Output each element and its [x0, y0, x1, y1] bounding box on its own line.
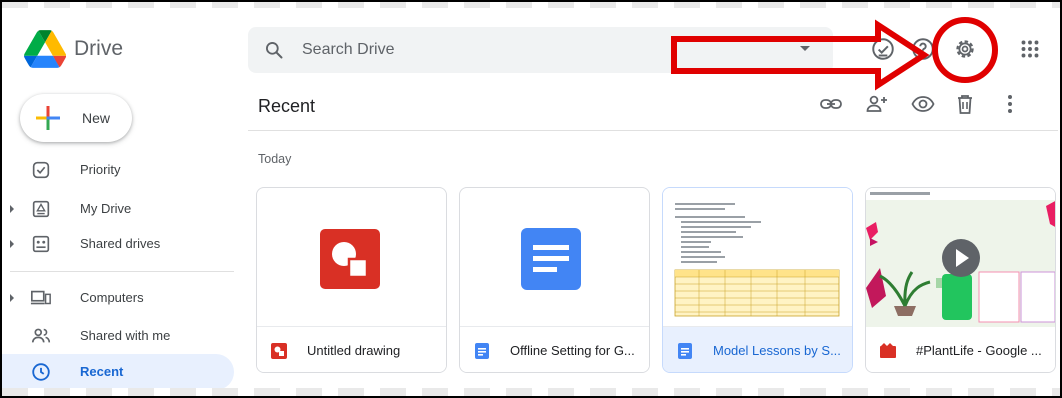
- link-icon[interactable]: [819, 92, 843, 116]
- shared-with-me-icon: [31, 328, 51, 343]
- sidebar-item-my-drive[interactable]: My Drive: [2, 191, 234, 227]
- file-name: Untitled drawing: [307, 343, 401, 358]
- drawing-icon: [320, 229, 380, 289]
- new-button[interactable]: New: [20, 94, 132, 142]
- file-card[interactable]: Offline Setting for G...: [459, 187, 650, 373]
- sidebar-item-computers[interactable]: Computers: [2, 280, 234, 316]
- recent-clock-icon: [32, 363, 50, 381]
- sidebar-item-recent[interactable]: Recent: [2, 354, 234, 390]
- file-name: #PlantLife - Google ...: [916, 343, 1042, 358]
- sidebar-item-label: Shared drives: [80, 236, 161, 251]
- sidebar-item-label: My Drive: [80, 201, 132, 216]
- video-preview: [866, 188, 1055, 327]
- share-add-person-icon[interactable]: [865, 92, 889, 116]
- my-drive-icon: [32, 200, 50, 218]
- new-button-label: New: [82, 110, 111, 126]
- document-preview: [674, 203, 840, 317]
- app-name: Drive: [74, 37, 124, 60]
- settings-gear-icon[interactable]: [952, 36, 978, 62]
- file-card-footer: Untitled drawing: [257, 327, 446, 372]
- bottom-border-strip: [2, 388, 1060, 396]
- document-type-icon: [678, 343, 692, 359]
- file-card-footer: Model Lessons by S...: [663, 327, 852, 372]
- file-name: Offline Setting for G...: [510, 343, 635, 358]
- file-thumbnail: [257, 188, 446, 327]
- apps-grid-icon[interactable]: [1017, 36, 1043, 62]
- priority-icon: [32, 161, 50, 179]
- video-type-icon: [880, 343, 896, 358]
- shared-drives-icon: [32, 235, 50, 253]
- sidebar-item-shared-drives[interactable]: Shared drives: [2, 226, 234, 262]
- sidebar-divider: [10, 271, 234, 272]
- document-icon: [521, 228, 581, 290]
- drive-logo-icon: [24, 30, 66, 68]
- expand-arrow-icon[interactable]: [10, 240, 14, 248]
- search-options-icon[interactable]: [800, 46, 810, 51]
- file-thumbnail: [663, 188, 852, 327]
- file-card-footer: Offline Setting for G...: [460, 327, 649, 372]
- header-divider: [248, 130, 1058, 131]
- section-heading-today: Today: [258, 152, 292, 166]
- drive-window: Drive Search Drive New Priority My Drive…: [0, 0, 1062, 398]
- file-card-footer: #PlantLife - Google ...: [866, 327, 1055, 372]
- file-thumbnail: [866, 188, 1055, 327]
- computers-icon: [30, 290, 51, 305]
- trash-icon[interactable]: [953, 92, 977, 116]
- expand-arrow-icon[interactable]: [10, 205, 14, 213]
- drawing-type-icon: [271, 343, 287, 359]
- sidebar-item-shared-with-me[interactable]: Shared with me: [2, 318, 234, 354]
- file-thumbnail: [460, 188, 649, 327]
- search-bar[interactable]: [248, 27, 833, 73]
- sidebar-item-label: Recent: [80, 364, 124, 379]
- sidebar-item-priority[interactable]: Priority: [2, 152, 234, 188]
- offline-ready-icon[interactable]: [870, 36, 896, 62]
- file-card-selected[interactable]: Model Lessons by S...: [662, 187, 853, 373]
- file-card[interactable]: #PlantLife - Google ...: [865, 187, 1056, 373]
- preview-eye-icon[interactable]: [911, 92, 935, 116]
- sidebar-item-label: Shared with me: [80, 328, 171, 343]
- help-icon[interactable]: [910, 36, 936, 62]
- document-type-icon: [475, 343, 489, 359]
- page-title: Recent: [258, 96, 316, 116]
- plus-icon: [36, 106, 60, 130]
- more-vert-icon[interactable]: [998, 92, 1022, 116]
- search-icon[interactable]: [264, 40, 284, 60]
- expand-arrow-icon[interactable]: [10, 294, 14, 302]
- top-border-strip: [2, 2, 1060, 8]
- sidebar-item-label: Computers: [80, 290, 144, 305]
- search-input[interactable]: [302, 36, 772, 64]
- file-name: Model Lessons by S...: [713, 343, 841, 358]
- sidebar-item-label: Priority: [80, 162, 121, 177]
- file-card[interactable]: Untitled drawing: [256, 187, 447, 373]
